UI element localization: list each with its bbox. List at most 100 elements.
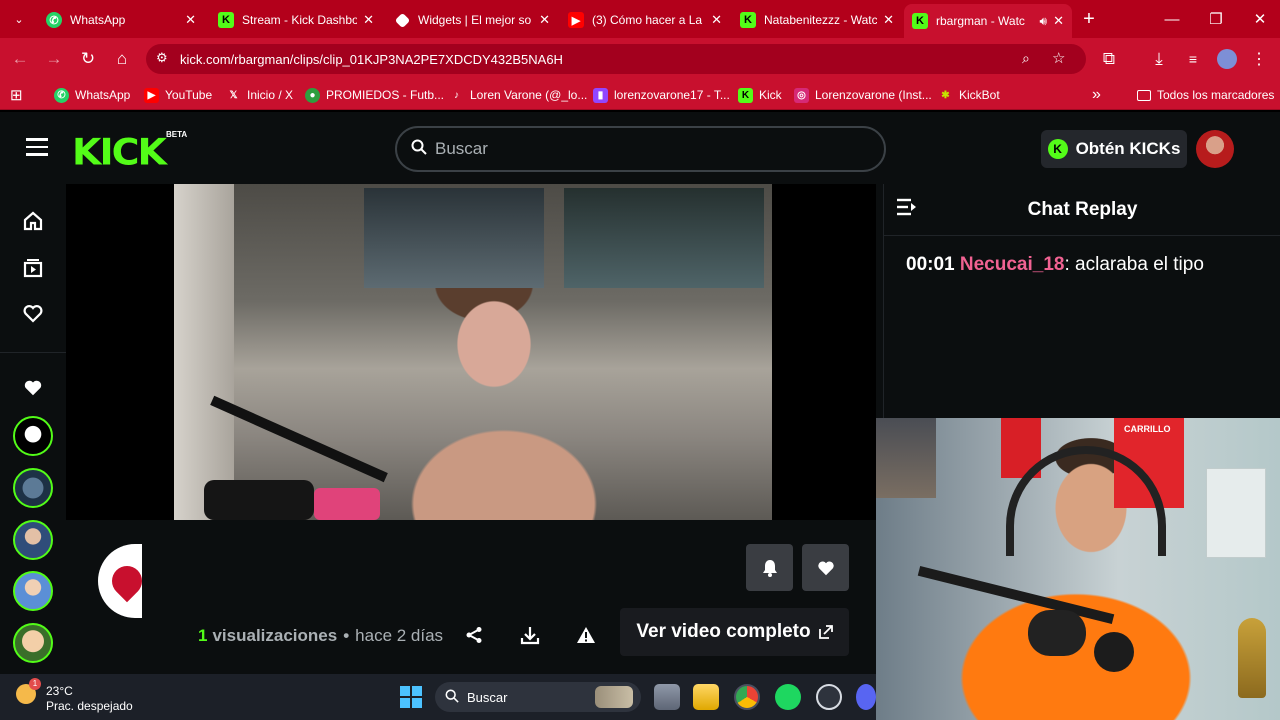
following-nav-icon[interactable]: [20, 301, 46, 327]
bookmark-label: WhatsApp: [75, 88, 131, 102]
bookmark-kickbot[interactable]: ✱ KickBot: [938, 85, 999, 105]
obs-icon[interactable]: [816, 684, 842, 710]
tab-label: Stream - Kick Dashbo: [242, 13, 358, 27]
browse-nav-icon[interactable]: [20, 255, 46, 281]
extensions-icon[interactable]: ⧉: [1096, 46, 1122, 72]
home-nav-icon[interactable]: [20, 208, 46, 234]
get-kicks-button[interactable]: K Obtén KICKs: [1041, 130, 1187, 168]
home-icon[interactable]: ⌂: [109, 46, 135, 72]
address-bar[interactable]: ⚙︎ kick.com/rbargman/clips/clip_01KJP3NA…: [146, 44, 1086, 74]
bookmarks-bar: ⊞ ✆ WhatsApp ▶ YouTube 𝕏 Inicio / X ● PROMIE…: [0, 80, 1280, 110]
taskbar-search-placeholder: Buscar: [467, 689, 508, 705]
tab-label: Widgets | El mejor so: [418, 13, 532, 27]
windows-start-icon[interactable]: [400, 686, 422, 708]
clip-video-frame[interactable]: [174, 184, 772, 520]
forward-icon[interactable]: →: [41, 46, 67, 72]
instagram-icon: ◎: [794, 87, 809, 103]
bookmark-star-icon[interactable]: ☆: [1052, 49, 1065, 67]
bookmark-promiedos[interactable]: ● PROMIEDOS - Futb...: [305, 85, 444, 105]
file-explorer-icon[interactable]: [693, 684, 719, 710]
video-mic: [204, 480, 314, 520]
chat-timestamp: 00:01: [906, 254, 955, 275]
close-tab-icon[interactable]: ✕: [711, 12, 722, 28]
close-tab-icon[interactable]: ✕: [363, 12, 374, 28]
browser-tab-rbargman[interactable]: K rbargman - Watc 🔊︎ ✕: [904, 4, 1072, 38]
tab-search-chevron-icon[interactable]: ⌄: [6, 6, 32, 32]
channel-logo[interactable]: [98, 544, 142, 618]
collapse-chat-icon[interactable]: [896, 198, 918, 216]
new-tab-icon[interactable]: +: [1076, 6, 1102, 32]
clip-view-stats: 1 visualizaciones • hace 2 días: [198, 626, 443, 646]
followed-channel-avatar[interactable]: [13, 520, 53, 560]
watch-full-video-button[interactable]: Ver video completo: [620, 608, 849, 656]
zoom-icon[interactable]: ⌕: [1022, 50, 1030, 67]
weather-condition: Prac. despejado: [46, 699, 133, 713]
close-tab-icon[interactable]: ✕: [1053, 13, 1064, 29]
bookmark-instagram[interactable]: ◎ Lorenzovarone (Inst...: [794, 85, 932, 105]
all-bookmarks-folder[interactable]: Todos los marcadores: [1137, 85, 1274, 105]
soccer-ball-icon: ●: [305, 87, 320, 103]
browser-tab-widgets[interactable]: Widgets | El mejor so ✕: [386, 6, 558, 34]
tab-label: Natabenitezzz - Watc: [764, 13, 878, 27]
full-video-label: Ver video completo: [636, 621, 811, 642]
clip-player[interactable]: [66, 184, 876, 520]
hamburger-menu-icon[interactable]: [26, 138, 48, 156]
followed-channel-avatar[interactable]: [13, 571, 53, 611]
webcam-trophy: [1238, 618, 1266, 698]
youtube-icon: ▶: [144, 87, 159, 103]
close-tab-icon[interactable]: ✕: [883, 12, 894, 28]
webcam-wall-panel: [1206, 468, 1266, 558]
beta-badge: BETA: [166, 130, 188, 139]
discord-icon[interactable]: [856, 684, 876, 710]
close-tab-icon[interactable]: ✕: [185, 12, 196, 28]
video-wall: [174, 184, 234, 520]
search-input[interactable]: Buscar: [395, 126, 886, 172]
browser-tab-natabenitezzz[interactable]: K Natabenitezzz - Watc ✕: [732, 6, 902, 34]
followed-channel-avatar[interactable]: [13, 623, 53, 663]
chat-username[interactable]: Necucai_18: [960, 254, 1065, 275]
kick-logo[interactable]: KICK: [72, 131, 167, 173]
report-warning-icon[interactable]: [569, 618, 603, 652]
minimize-window-icon[interactable]: —: [1150, 0, 1194, 38]
kick-icon: K: [218, 12, 234, 28]
tab-label: rbargman - Watc: [936, 14, 1025, 28]
bookmark-whatsapp[interactable]: ✆ WhatsApp: [54, 85, 130, 105]
kick-icon: K: [740, 12, 756, 28]
follow-heart-button[interactable]: [802, 544, 849, 591]
bookmarks-overflow-icon[interactable]: »: [1092, 85, 1101, 105]
video-pink-mic: [314, 488, 380, 520]
x-logo-icon: 𝕏: [229, 89, 238, 101]
share-icon[interactable]: [457, 618, 491, 652]
site-info-icon[interactable]: ⚙︎: [156, 50, 168, 66]
close-tab-icon[interactable]: ✕: [539, 12, 550, 28]
kick-icon: K: [738, 87, 753, 103]
browser-tab-whatsapp[interactable]: ✆ WhatsApp ✕: [38, 6, 204, 34]
user-avatar[interactable]: [1196, 130, 1234, 168]
spotify-icon[interactable]: [775, 684, 801, 710]
download-clip-icon[interactable]: [513, 618, 547, 652]
followed-channel-avatar[interactable]: [13, 468, 53, 508]
notification-bell-button[interactable]: [746, 544, 793, 591]
taskbar-search[interactable]: Buscar: [435, 682, 641, 712]
profile-avatar[interactable]: [1217, 49, 1237, 69]
reload-icon[interactable]: ↻: [75, 46, 101, 72]
browser-tab-youtube[interactable]: ▶ (3) Cómo hacer a La C ✕: [560, 6, 730, 34]
speaker-icon[interactable]: 🔊︎: [1040, 14, 1048, 29]
close-window-icon[interactable]: ✕: [1238, 0, 1280, 38]
followed-channel-avatar[interactable]: [13, 416, 53, 456]
restore-window-icon[interactable]: ❐: [1194, 0, 1238, 38]
apps-grid-icon[interactable]: ⊞: [10, 85, 23, 105]
bookmark-tiktok[interactable]: ♪ Loren Varone (@_lo...: [449, 85, 587, 105]
bookmark-twitch[interactable]: ▮ lorenzovarone17 - T...: [593, 85, 730, 105]
bookmark-x[interactable]: 𝕏 Inicio / X: [226, 85, 293, 105]
task-view-icon[interactable]: [654, 684, 680, 710]
bookmark-kick[interactable]: K Kick: [738, 85, 782, 105]
media-control-icon[interactable]: ≡: [1180, 46, 1206, 72]
back-icon[interactable]: ←: [7, 46, 33, 72]
browser-menu-icon[interactable]: ⋮: [1246, 46, 1272, 72]
bookmark-youtube[interactable]: ▶ YouTube: [144, 85, 212, 105]
video-mic-arm: [210, 395, 388, 483]
download-icon[interactable]: ⤓: [1146, 46, 1172, 72]
browser-tab-kick-dashboard[interactable]: K Stream - Kick Dashbo ✕: [210, 6, 382, 34]
chrome-icon[interactable]: [734, 684, 760, 710]
